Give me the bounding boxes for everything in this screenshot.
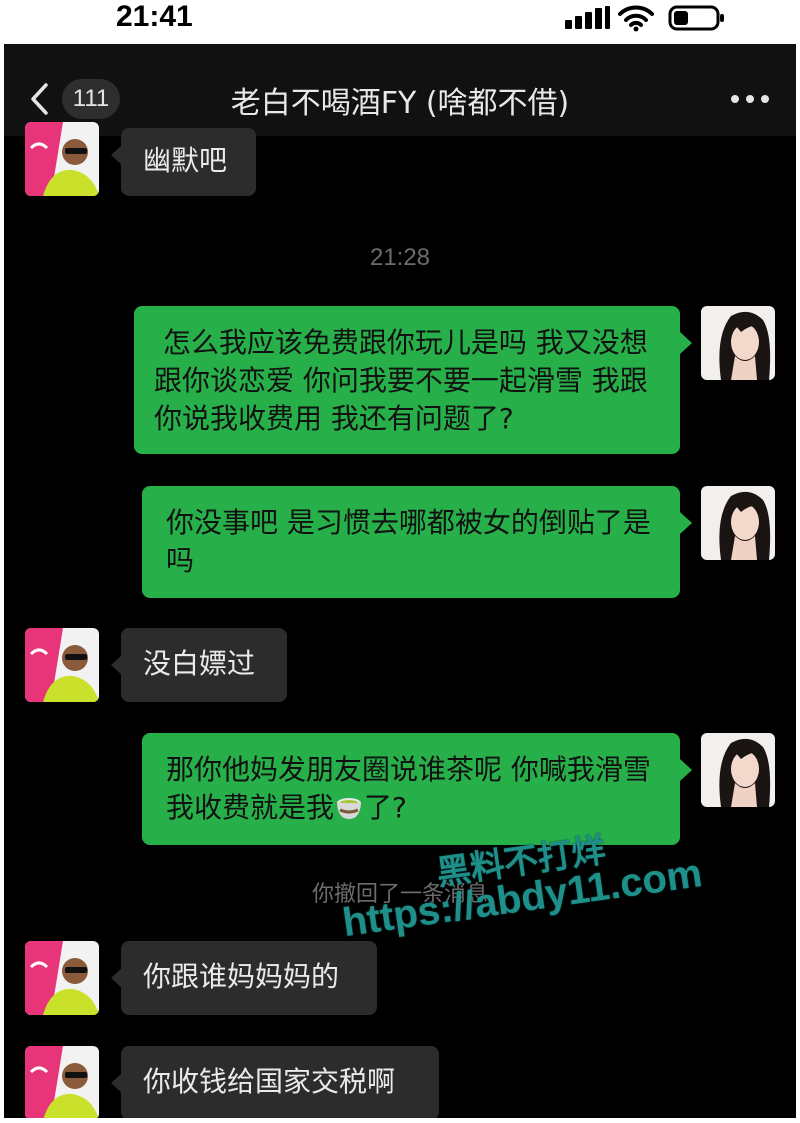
incoming-message[interactable]: 你跟谁妈妈妈的 — [121, 941, 377, 1015]
unread-count-badge[interactable]: 111 — [62, 79, 120, 119]
self-avatar[interactable] — [701, 486, 775, 560]
message-text: 了? — [364, 791, 407, 824]
contact-avatar[interactable] — [25, 628, 99, 702]
contact-avatar[interactable] — [25, 122, 99, 196]
chat-screen: 21:41 111 老白不喝酒FY (啥都不借) 幽默吧 21:28 怎么我应该… — [4, 0, 796, 1118]
contact-avatar[interactable] — [25, 1046, 99, 1118]
status-bar: 21:41 — [4, 0, 796, 44]
chat-title: 老白不喝酒FY (啥都不借) — [230, 86, 570, 121]
status-time: 21:41 — [116, 0, 193, 33]
chat-header: 111 老白不喝酒FY (啥都不借) — [4, 44, 796, 136]
contact-avatar[interactable] — [25, 941, 99, 1015]
incoming-message[interactable]: 你收钱给国家交税啊 — [121, 1046, 439, 1118]
message-text: 那你他妈发朋友圈说谁茶呢 你喊我滑雪我收费就是我 — [166, 753, 651, 824]
bubble-tail — [680, 759, 692, 781]
outgoing-message[interactable]: 那你他妈发朋友圈说谁茶呢 你喊我滑雪我收费就是我 了? — [142, 733, 680, 845]
outgoing-message[interactable]: 怎么我应该免费跟你玩儿是吗 我又没想跟你谈恋爱 你问我要不要一起滑雪 我跟你说我… — [134, 306, 680, 454]
bubble-tail — [680, 332, 692, 354]
message-list[interactable]: 幽默吧 21:28 怎么我应该免费跟你玩儿是吗 我又没想跟你谈恋爱 你问我要不要… — [4, 122, 796, 1118]
tea-cup-icon — [334, 792, 364, 832]
outgoing-message[interactable]: 你没事吧 是习惯去哪都被女的倒贴了是吗 — [142, 486, 680, 598]
incoming-message[interactable]: 幽默吧 — [121, 128, 256, 196]
bubble-tail — [680, 512, 692, 534]
self-avatar[interactable] — [701, 733, 775, 807]
battery-icon — [668, 5, 724, 31]
recall-notice: 你撤回了一条消息 — [311, 882, 488, 907]
incoming-message[interactable]: 没白嫖过 — [121, 628, 287, 702]
more-options-icon[interactable] — [730, 94, 770, 104]
self-avatar[interactable] — [701, 306, 775, 380]
wifi-icon — [618, 5, 654, 32]
timestamp-divider: 21:28 — [369, 244, 431, 271]
signal-icon — [565, 6, 610, 29]
back-chevron-icon[interactable] — [28, 82, 50, 116]
